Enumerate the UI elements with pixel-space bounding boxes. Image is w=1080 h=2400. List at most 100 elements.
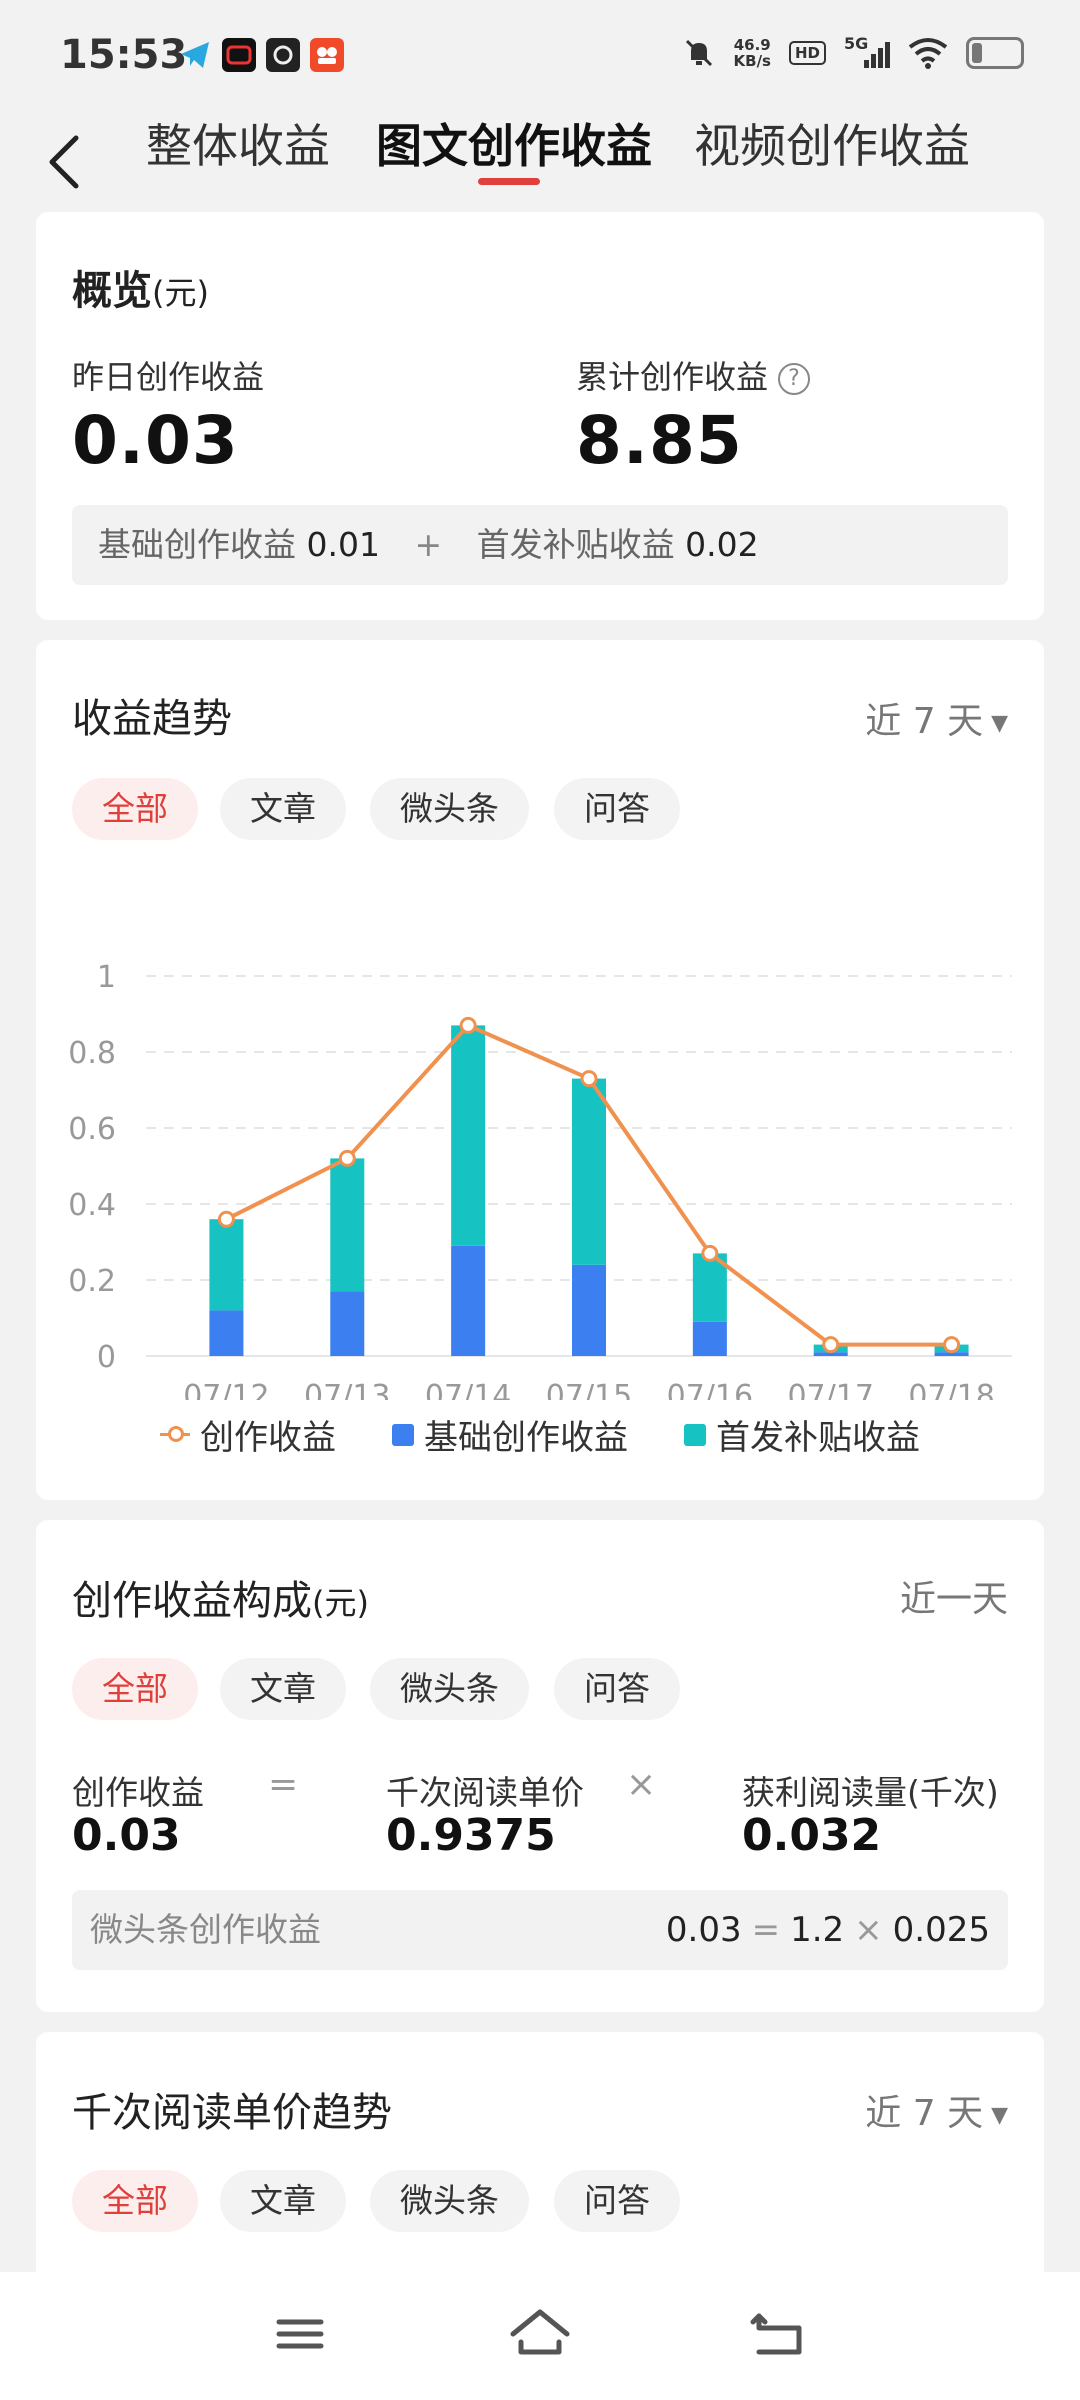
price-filter-article[interactable]: 文章 (220, 2170, 346, 2232)
price-filter-all[interactable]: 全部 (72, 2170, 198, 2232)
bar-subsidy (330, 1158, 365, 1292)
soul-app-icon (266, 38, 300, 72)
bar-base (451, 1245, 486, 1356)
signal-icon: 5G (844, 34, 890, 70)
comp-earn-label: 创作收益 (72, 1773, 204, 1812)
bar-base (572, 1264, 606, 1356)
y-tick-label: 1 (97, 960, 116, 995)
trend-filter-qa[interactable]: 问答 (554, 778, 680, 840)
video-app-icon (222, 38, 256, 72)
header: 整体收益 图文创作收益 视频创作收益 (0, 100, 1080, 200)
line-point (943, 1336, 961, 1354)
line-point (459, 1016, 477, 1034)
y-tick-label: 0.8 (68, 1036, 116, 1071)
total-label: 累计创作收益? (576, 352, 811, 398)
comp-reads-value: 0.032 (742, 1810, 882, 1861)
yesterday-label: 昨日创作收益 (72, 358, 265, 396)
earnings-trend-chart: 0 0.2 0.4 0.6 0.8 1 07/12 07/13 07/14 07/15 07/16 0… (68, 960, 1012, 1400)
help-icon[interactable]: ? (778, 363, 811, 395)
overview-card: 概览(元) 昨日创作收益 0.03 累计创作收益? 8.85 基础创作收益 0.… (36, 212, 1044, 620)
menu-icon[interactable] (265, 2304, 335, 2364)
line-point (338, 1149, 356, 1167)
back-nav-icon[interactable] (745, 2304, 815, 2364)
status-icons: 46.9 KB/s HD 5G (682, 34, 1024, 70)
tab-overall[interactable]: 整体收益 (146, 110, 330, 176)
x-tick-label: 07/12 (183, 1379, 269, 1400)
x-tick-label: 07/17 (787, 1379, 873, 1400)
overview-breakdown: 基础创作收益 0.01 + 首发补贴收益 0.02 (72, 505, 1008, 585)
comp-filter-all[interactable]: 全部 (72, 1658, 198, 1720)
legend-item-base[interactable]: 基础创作收益 (392, 1410, 628, 1459)
composition-title: 创作收益构成(元) (72, 1578, 369, 1624)
line-point (822, 1336, 840, 1354)
y-tick-label: 0.2 (68, 1264, 116, 1299)
comp-reads-label: 获利阅读量(千次) (742, 1773, 999, 1812)
price-trend-range-dropdown[interactable]: 近 7 天 ▼ (865, 2084, 1008, 2136)
comp-filter-article[interactable]: 文章 (220, 1658, 346, 1720)
back-arrow-icon[interactable] (44, 132, 84, 192)
price-trend-card: 千次阅读单价趋势 近 7 天 ▼ 全部 文章 微头条 问答 (36, 2032, 1044, 2272)
bar-subsidy (572, 1078, 606, 1265)
y-tick-label: 0.4 (68, 1188, 116, 1223)
micro-earnings-label: 微头条创作收益 (90, 1910, 321, 1949)
trend-filter-micro[interactable]: 微头条 (370, 778, 529, 840)
active-tab-indicator (478, 178, 540, 185)
price-filter-micro[interactable]: 微头条 (370, 2170, 529, 2232)
x-tick-label: 07/13 (304, 1379, 390, 1400)
comp-earn-value: 0.03 (72, 1810, 181, 1861)
subsidy-value: 0.02 (685, 525, 759, 564)
trend-filter-article[interactable]: 文章 (220, 778, 346, 840)
telegram-icon (178, 38, 212, 72)
price-trend-title: 千次阅读单价趋势 (72, 2090, 392, 2136)
tab-video-earnings[interactable]: 视频创作收益 (694, 110, 970, 176)
micro-earnings-formula: 0.03 = 1.2 × 0.025 (665, 1910, 990, 1950)
bar-base (692, 1321, 727, 1356)
total-value: 8.85 (576, 402, 743, 479)
trend-filter-all[interactable]: 全部 (72, 778, 198, 840)
dropdown-triangle-icon: ▼ (991, 710, 1008, 736)
overview-title: 概览(元) (72, 268, 209, 314)
trend-card: 收益趋势 近 7 天 ▼ 全部 文章 微头条 问答 0 0.2 0.4 0.6 0.8 1 0… (36, 640, 1044, 1500)
y-tick-label: 0.6 (68, 1112, 116, 1147)
battery-icon (966, 37, 1024, 69)
x-tick-label: 07/15 (546, 1379, 632, 1400)
bar-base (330, 1291, 365, 1356)
micro-earnings-row: 微头条创作收益 0.03 = 1.2 × 0.025 (72, 1890, 1008, 1970)
status-bar: 15:53 46.9 KB/s HD 5G (0, 0, 1080, 110)
mute-bell-icon (685, 39, 712, 67)
chart-legend: 创作收益 基础创作收益 首发补贴收益 (36, 1410, 1044, 1459)
composition-card: 创作收益构成(元) 近一天 全部 文章 微头条 问答 创作收益 0.03 = 千… (36, 1520, 1044, 2012)
comp-filter-micro[interactable]: 微头条 (370, 1658, 529, 1720)
equals-sign: = (268, 1764, 299, 1805)
price-filter-qa[interactable]: 问答 (554, 2170, 680, 2232)
composition-range[interactable]: 近一天 (900, 1570, 1008, 1622)
legend-item-total[interactable]: 创作收益 (160, 1410, 336, 1459)
comp-filter-qa[interactable]: 问答 (554, 1658, 680, 1720)
line-point (580, 1070, 598, 1088)
status-time: 15:53 (60, 32, 188, 78)
yesterday-value: 0.03 (72, 402, 239, 479)
base-value: 0.01 (306, 525, 380, 564)
times-sign: × (626, 1764, 657, 1805)
shopping-app-icon (310, 38, 344, 72)
net-speed: 46.9 KB/s (733, 36, 771, 70)
x-tick-label: 07/16 (667, 1379, 753, 1400)
trend-title: 收益趋势 (72, 696, 232, 742)
bar-subsidy (209, 1219, 244, 1311)
home-icon[interactable] (505, 2304, 575, 2364)
wifi-icon (908, 38, 948, 69)
legend-item-subsidy[interactable]: 首发补贴收益 (684, 1410, 920, 1459)
comp-price-label: 千次阅读单价 (386, 1773, 584, 1812)
tab-article-earnings[interactable]: 图文创作收益 (376, 110, 652, 176)
y-tick-label: 0 (97, 1340, 116, 1375)
hd-badge: HD (788, 41, 826, 65)
x-tick-label: 07/14 (425, 1379, 511, 1400)
bar-subsidy (451, 1025, 486, 1246)
line-point (701, 1244, 719, 1262)
x-tick-label: 07/18 (908, 1379, 994, 1400)
comp-price-value: 0.9375 (386, 1810, 556, 1861)
line-point (217, 1210, 235, 1228)
dropdown-triangle-icon: ▼ (991, 2102, 1008, 2128)
system-nav-bar (0, 2272, 1080, 2400)
trend-range-dropdown[interactable]: 近 7 天 ▼ (865, 692, 1008, 744)
